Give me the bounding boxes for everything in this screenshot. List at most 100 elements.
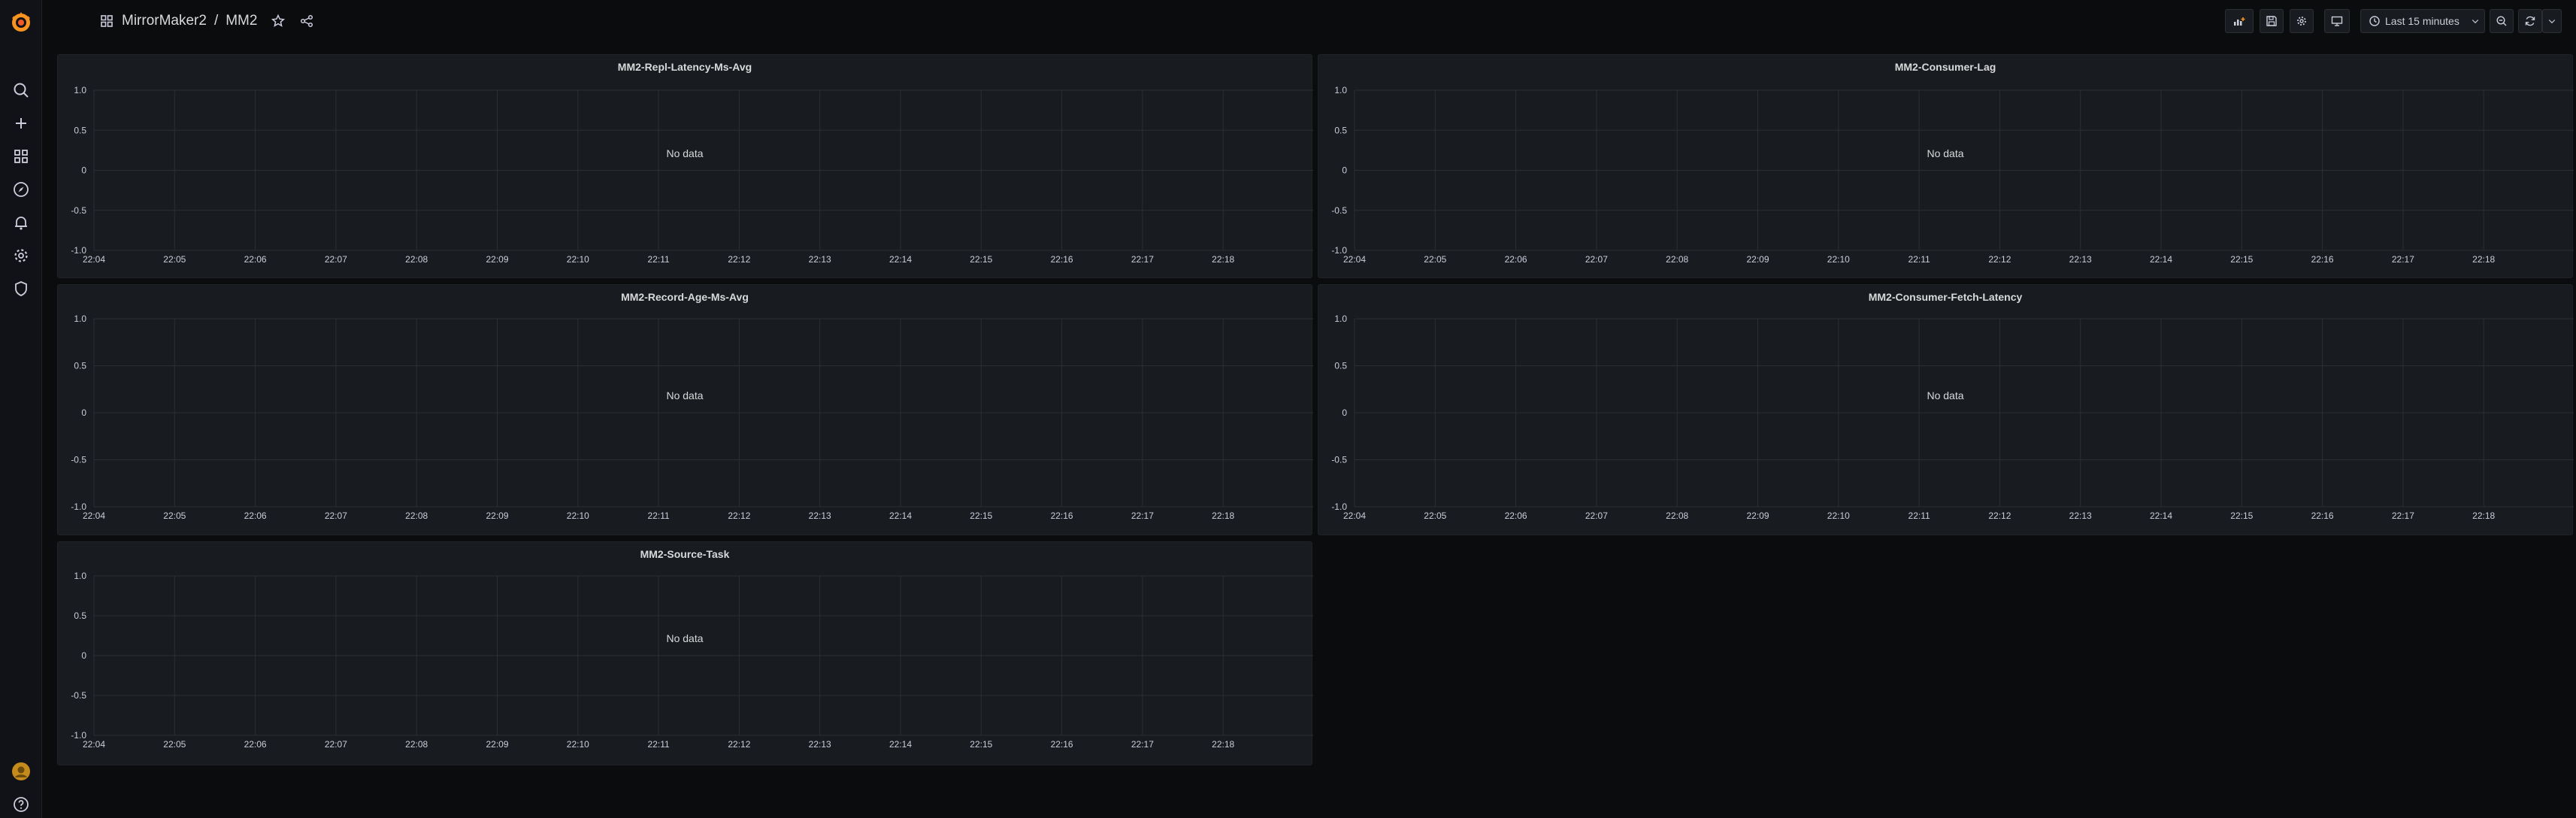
panel-repl-latency[interactable]: MM2-Repl-Latency-Ms-Avg 1.0 0.5 0 -0.5 -1.0 2… bbox=[57, 54, 1313, 278]
x-tick-label: 22:10 bbox=[567, 510, 589, 521]
y-tick-label: 0 bbox=[1342, 165, 1347, 176]
x-tick-label: 22:07 bbox=[1585, 254, 1608, 265]
y-tick-label: 1.0 bbox=[74, 571, 86, 581]
dashboard-title[interactable]: MM2 bbox=[226, 13, 257, 29]
x-tick-label: 22:15 bbox=[970, 739, 992, 750]
x-tick-label: 22:11 bbox=[648, 739, 670, 750]
avatar[interactable] bbox=[12, 762, 30, 780]
chevron-down-icon bbox=[2472, 20, 2479, 24]
save-icon bbox=[2266, 16, 2277, 26]
x-tick-label: 22:09 bbox=[486, 739, 508, 750]
panel-consumer-fetch-latency[interactable]: MM2-Consumer-Fetch-Latency 1.0 0.5 0 -0.5 -1… bbox=[1318, 284, 2574, 535]
x-tick-label: 22:09 bbox=[486, 254, 508, 265]
x-tick-label: 22:06 bbox=[244, 510, 267, 521]
x-tick-label: 22:04 bbox=[83, 254, 105, 265]
x-tick-label: 22:10 bbox=[1827, 254, 1850, 265]
x-tick-label: 22:16 bbox=[2311, 510, 2334, 521]
x-tick-label: 22:05 bbox=[163, 510, 186, 521]
panel-source-task[interactable]: MM2-Source-Task 1.0 0.5 0 -0.5 -1.0 22:04 22:0… bbox=[57, 541, 1313, 765]
y-tick-label: 0 bbox=[1342, 407, 1347, 418]
x-tick-label: 22:15 bbox=[970, 510, 992, 521]
chevron-down-icon bbox=[2548, 20, 2556, 24]
x-tick-label: 22:09 bbox=[486, 510, 508, 521]
y-tick-label: -0.5 bbox=[71, 690, 86, 701]
x-tick-label: 22:15 bbox=[2230, 510, 2253, 521]
x-tick-label: 22:11 bbox=[1909, 254, 1930, 265]
x-tick-label: 22:04 bbox=[1343, 510, 1366, 521]
star-icon[interactable] bbox=[271, 14, 286, 29]
dashboard-settings-button[interactable] bbox=[2290, 9, 2314, 33]
dashboard-grid-icon bbox=[99, 14, 114, 29]
breadcrumb-folder-link[interactable]: MirrorMaker2 bbox=[122, 13, 207, 29]
x-tick-label: 22:10 bbox=[1827, 510, 1850, 521]
alerting-icon[interactable] bbox=[12, 214, 30, 232]
x-tick-label: 22:08 bbox=[1666, 254, 1688, 265]
no-data-message: No data bbox=[666, 389, 703, 401]
x-tick-label: 22:06 bbox=[244, 739, 267, 750]
shield-icon[interactable] bbox=[12, 280, 30, 298]
y-tick-label: 0.5 bbox=[1334, 125, 1347, 135]
x-tick-label: 22:17 bbox=[1131, 739, 1154, 750]
x-tick-label: 22:17 bbox=[2392, 510, 2414, 521]
x-tick-label: 22:10 bbox=[567, 739, 589, 750]
x-tick-label: 22:17 bbox=[1131, 254, 1154, 265]
x-tick-label: 22:06 bbox=[244, 254, 267, 265]
refresh-button[interactable] bbox=[2518, 9, 2542, 33]
y-tick-label: 0 bbox=[81, 407, 86, 418]
x-tick-label: 22:17 bbox=[2392, 254, 2414, 265]
add-panel-button[interactable] bbox=[2225, 9, 2254, 33]
save-dashboard-button[interactable] bbox=[2260, 9, 2284, 33]
share-icon[interactable] bbox=[299, 14, 314, 29]
breadcrumb: MirrorMaker2 / MM2 bbox=[99, 13, 314, 29]
top-navbar: MirrorMaker2 / MM2 bbox=[42, 0, 2576, 45]
x-tick-label: 22:11 bbox=[648, 254, 670, 265]
x-tick-label: 22:12 bbox=[1988, 254, 2011, 265]
toolbar-right: Last 15 minutes bbox=[2225, 9, 2562, 33]
x-tick-label: 22:16 bbox=[1051, 739, 1073, 750]
x-tick-label: 22:13 bbox=[809, 739, 831, 750]
x-tick-label: 22:18 bbox=[2472, 510, 2495, 521]
x-tick-label: 22:05 bbox=[163, 254, 186, 265]
y-tick-label: 1.0 bbox=[74, 85, 86, 95]
x-tick-label: 22:04 bbox=[83, 739, 105, 750]
zoom-out-button[interactable] bbox=[2490, 9, 2514, 33]
explore-icon[interactable] bbox=[12, 180, 30, 198]
time-series-chart: 1.00.50-0.5-1.022:04 22:05 22:06 22:07 22:08… bbox=[1331, 85, 2574, 265]
x-tick-label: 22:12 bbox=[728, 254, 750, 265]
x-tick-label: 22:08 bbox=[405, 254, 428, 265]
gear-icon[interactable] bbox=[12, 247, 30, 265]
y-tick-label: 0.5 bbox=[74, 125, 86, 135]
cycle-view-mode-button[interactable] bbox=[2324, 9, 2350, 33]
y-tick-label: -0.5 bbox=[71, 455, 86, 465]
panel-consumer-lag[interactable]: MM2-Consumer-Lag 1.0 0.5 0 -0.5 -1.0 22:04 22:… bbox=[1318, 54, 2574, 278]
plus-icon[interactable] bbox=[12, 114, 30, 132]
search-icon[interactable] bbox=[12, 81, 30, 99]
time-series-chart: 1.00.50-0.5-1.022:04 22:05 22:06 22:07 22:08… bbox=[1331, 314, 2574, 521]
x-tick-label: 22:06 bbox=[1505, 254, 1527, 265]
clock-icon bbox=[2369, 16, 2380, 26]
x-tick-label: 22:05 bbox=[1424, 254, 1446, 265]
help-icon[interactable] bbox=[12, 795, 30, 813]
x-tick-label: 22:18 bbox=[2472, 254, 2495, 265]
x-tick-label: 22:08 bbox=[405, 510, 428, 521]
time-range-picker[interactable]: Last 15 minutes bbox=[2360, 9, 2485, 33]
x-tick-label: 22:13 bbox=[2069, 510, 2092, 521]
refresh-interval-dropdown[interactable] bbox=[2542, 9, 2562, 33]
dashboards-icon[interactable] bbox=[12, 147, 30, 165]
x-tick-label: 22:07 bbox=[325, 254, 347, 265]
x-tick-label: 22:09 bbox=[1746, 510, 1769, 521]
x-tick-label: 22:11 bbox=[648, 510, 670, 521]
x-tick-label: 22:12 bbox=[728, 739, 750, 750]
time-series-chart: 1.00.50-0.5-1.022:04 22:05 22:06 22:07 22:08… bbox=[71, 571, 1313, 750]
x-tick-label: 22:18 bbox=[1212, 510, 1234, 521]
x-tick-label: 22:14 bbox=[889, 739, 912, 750]
x-tick-label: 22:14 bbox=[2150, 254, 2172, 265]
grafana-logo-icon[interactable] bbox=[9, 11, 33, 35]
x-tick-label: 22:17 bbox=[1131, 510, 1154, 521]
no-data-message: No data bbox=[666, 632, 703, 644]
x-tick-label: 22:04 bbox=[83, 510, 105, 521]
x-tick-label: 22:14 bbox=[2150, 510, 2172, 521]
zoom-out-icon bbox=[2496, 16, 2507, 26]
panel-record-age[interactable]: MM2-Record-Age-Ms-Avg 1.0 0.5 0 -0.5 -1.0 22:… bbox=[57, 284, 1313, 535]
x-tick-label: 22:12 bbox=[1988, 510, 2011, 521]
